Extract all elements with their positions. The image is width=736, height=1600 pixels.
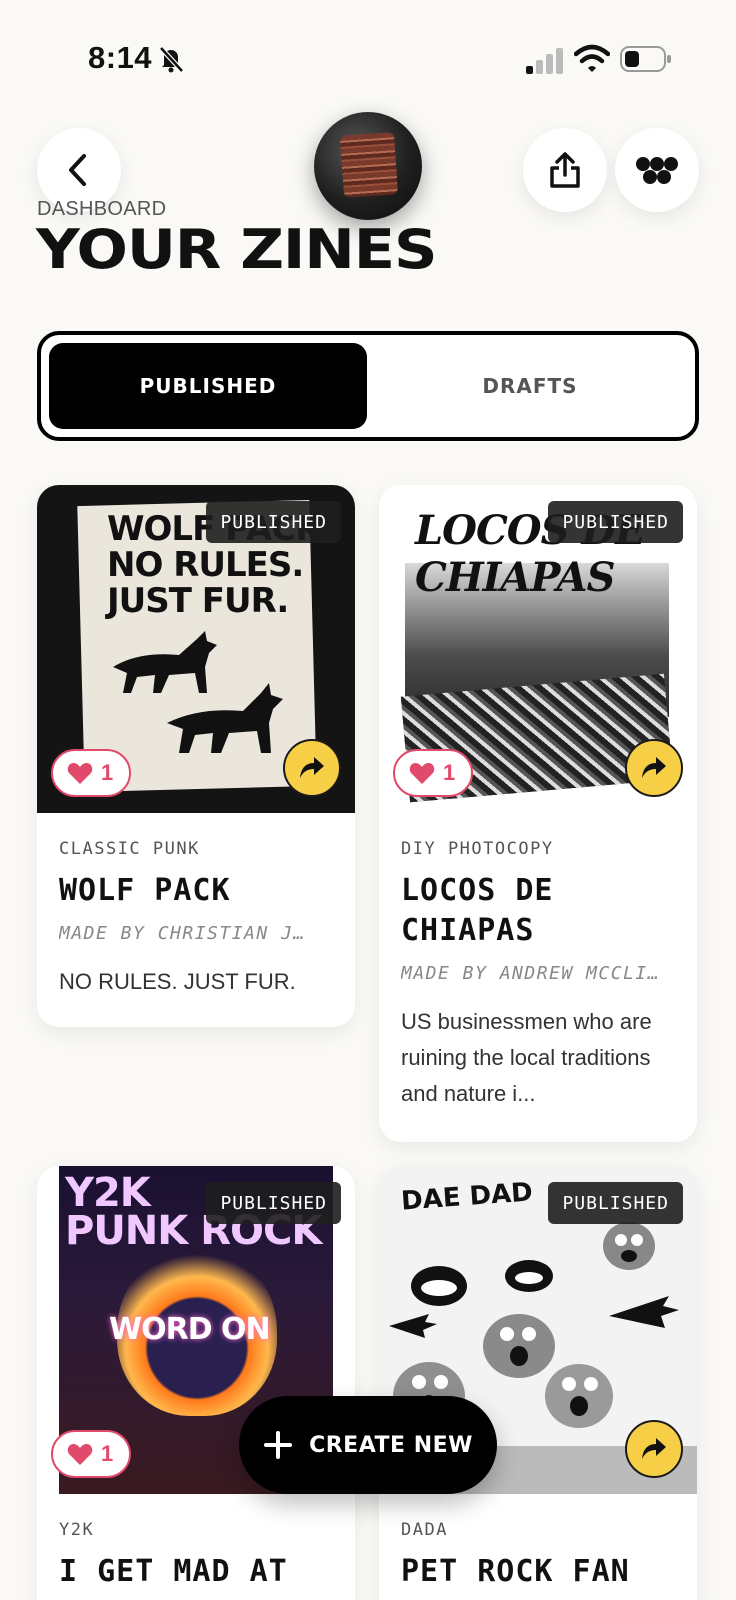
cover-word: WORD ON: [109, 1312, 271, 1347]
heart-icon: [67, 1444, 93, 1465]
forward-arrow-icon: [642, 1438, 666, 1459]
zine-description: NO RULES. JUST FUR.: [59, 969, 296, 994]
share-button[interactable]: [523, 128, 607, 212]
share-zine-button[interactable]: [625, 739, 683, 797]
zine-description: US businessmen who are ruining the local…: [401, 1009, 652, 1106]
zine-cover-image: WOLF PACKNO RULES.JUST FUR. PUBLISHED 1: [37, 485, 355, 813]
share-zine-button[interactable]: [625, 1420, 683, 1478]
like-button[interactable]: 1: [51, 1430, 132, 1478]
card-body: DADA PET ROCK FAN: [401, 1494, 679, 1592]
zine-card-wolf-pack[interactable]: WOLF PACKNO RULES.JUST FUR. PUBLISHED 1 …: [37, 485, 355, 1027]
zine-category: CLASSIC PUNK: [59, 839, 200, 859]
page-title: YOUR ZINES: [36, 218, 438, 281]
zine-category: DADA: [401, 1520, 448, 1540]
zine-card-dada[interactable]: DAE DAD PUBLISHED DADA PET ROCK FAN: [379, 1166, 697, 1600]
signal-icon: [526, 48, 563, 74]
create-new-label: CREATE NEW: [309, 1432, 473, 1458]
avatar-image: [339, 132, 399, 198]
card-body: Y2K I GET MAD AT: [59, 1494, 337, 1592]
zine-title: PET ROCK FAN: [401, 1554, 630, 1589]
heart-icon: [409, 763, 435, 784]
like-button[interactable]: 1: [393, 749, 474, 797]
share-icon: [550, 152, 580, 188]
avatar[interactable]: [314, 112, 422, 220]
tab-published[interactable]: PUBLISHED: [49, 343, 367, 429]
chevron-left-icon: [69, 154, 86, 186]
zine-category: Y2K: [59, 1520, 95, 1540]
card-body: CLASSIC PUNK WOLF PACK MADE BY CHRISTIAN…: [59, 813, 337, 1000]
wifi-icon: [574, 44, 610, 72]
like-count: 1: [101, 760, 114, 785]
like-button[interactable]: 1: [51, 749, 132, 797]
status-time: 8:14: [88, 40, 153, 75]
zine-author: MADE BY CHRISTIAN J…: [59, 923, 306, 944]
zine-category: DIY PHOTOCOPY: [401, 839, 554, 859]
tab-drafts[interactable]: DRAFTS: [371, 343, 689, 429]
bell-muted-icon: [159, 46, 184, 73]
like-count: 1: [101, 1441, 114, 1466]
dots-cluster-icon: [636, 157, 678, 184]
zine-title: WOLF PACK: [59, 873, 231, 908]
zine-cover-image: LOCOS DE CHIAPAS PUBLISHED 1: [379, 485, 697, 813]
zine-card-locos-de-chiapas[interactable]: LOCOS DE CHIAPAS PUBLISHED 1 DIY PHOTOCO…: [379, 485, 697, 1142]
zine-title: LOCOS DE CHIAPAS: [401, 873, 554, 948]
forward-arrow-icon: [300, 757, 324, 778]
status-badge: PUBLISHED: [206, 1182, 341, 1224]
wolf-silhouette-icon: [167, 683, 283, 753]
share-zine-button[interactable]: [283, 739, 341, 797]
more-options-button[interactable]: [615, 128, 699, 212]
status-tabs: PUBLISHED DRAFTS: [37, 331, 699, 441]
status-badge: PUBLISHED: [206, 501, 341, 543]
forward-arrow-icon: [642, 757, 666, 778]
battery-icon: [620, 46, 671, 72]
like-count: 1: [443, 760, 456, 785]
zine-author: MADE BY ANDREW MCCLI…: [401, 963, 661, 984]
card-body: DIY PHOTOCOPY LOCOS DE CHIAPAS MADE BY A…: [401, 813, 679, 1112]
status-badge: PUBLISHED: [548, 1182, 683, 1224]
create-new-button[interactable]: CREATE NEW: [239, 1396, 497, 1494]
status-bar: 8:14: [0, 0, 736, 120]
zine-card-y2k[interactable]: Y2K PUNK ROCK WORD ON PUBLISHED 1 Y2K I G…: [37, 1166, 355, 1600]
status-badge: PUBLISHED: [548, 501, 683, 543]
plus-icon: [264, 1431, 293, 1459]
heart-icon: [67, 763, 93, 784]
zine-title: I GET MAD AT: [59, 1554, 288, 1589]
